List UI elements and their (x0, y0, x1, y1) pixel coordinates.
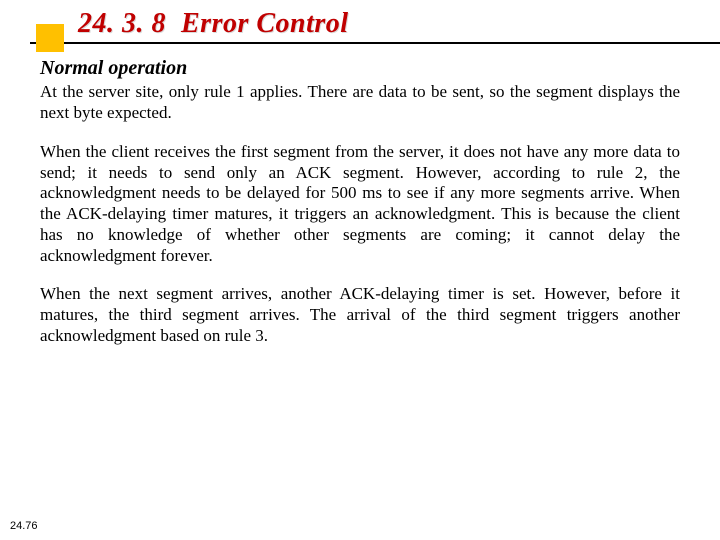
horizontal-rule (30, 42, 720, 44)
subtitle: Normal operation (40, 56, 680, 80)
paragraph-1: At the server site, only rule 1 applies.… (40, 82, 680, 123)
paragraph-3: When the next segment arrives, another A… (40, 284, 680, 346)
section-number: 24. 3. 8 (78, 8, 166, 39)
paragraph-2: When the client receives the first segme… (40, 142, 680, 266)
title-text: Error Control (181, 8, 349, 39)
slide-number: 24.76 (10, 520, 38, 532)
slide-title: 24. 3. 8 Error Control (78, 8, 720, 40)
slide-header: 24. 3. 8 Error Control (0, 0, 720, 50)
accent-square-icon (36, 24, 64, 52)
slide-content: Normal operation At the server site, onl… (0, 50, 720, 346)
